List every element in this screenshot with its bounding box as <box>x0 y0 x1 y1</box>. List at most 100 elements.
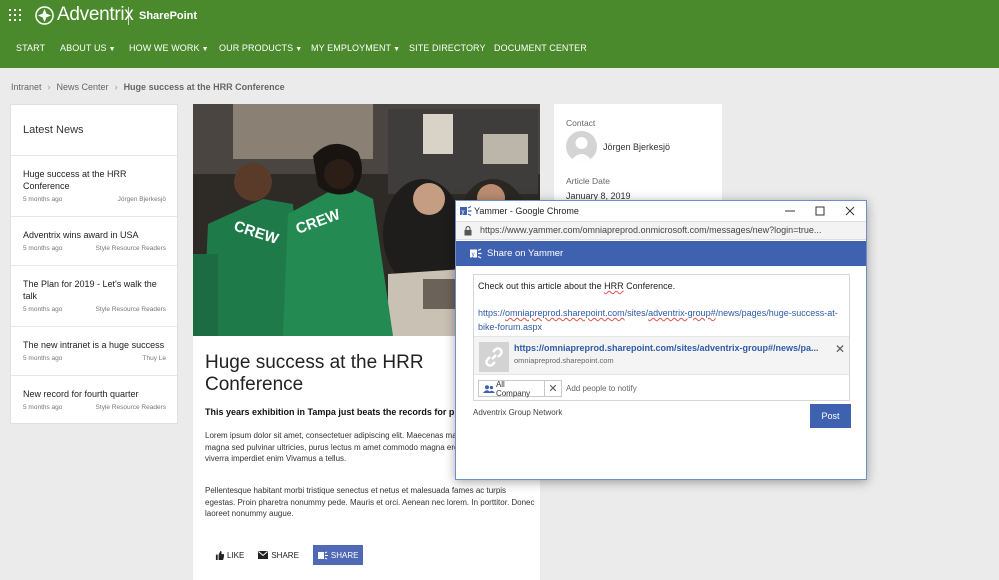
main-nav: START ABOUT US ▼ HOW WE WORK ▼ OUR PRODUCT… <box>0 32 999 68</box>
news-item-author: Jörgen Bjerkesjö <box>117 196 166 203</box>
link-thumbnail <box>479 342 509 372</box>
suite-bar: Adventrix SharePoint <box>0 0 999 32</box>
svg-text:y: y <box>462 210 465 216</box>
news-item-time: 5 months ago <box>23 245 63 252</box>
close-button[interactable] <box>835 201 865 221</box>
close-icon <box>845 206 855 216</box>
notify-input[interactable]: Add people to notify <box>566 384 637 393</box>
lock-icon <box>464 226 472 236</box>
brand-mark-icon <box>35 5 54 25</box>
notify-row: All Company ✕ Add people to notify <box>474 378 849 400</box>
news-item-author: Style Resource Readers <box>95 306 166 313</box>
suite-app-name[interactable]: SharePoint <box>139 10 197 22</box>
news-item-title[interactable]: New record for fourth quarter <box>23 388 173 400</box>
window-titlebar[interactable]: y Yammer - Google Chrome <box>456 201 866 221</box>
nav-about-us[interactable]: ABOUT US ▼ <box>60 43 116 53</box>
nav-my-employment[interactable]: MY EMPLOYMENT ▼ <box>311 43 400 53</box>
chevron-down-icon: ▼ <box>201 46 209 53</box>
news-item-meta: 5 months ago Thuy Le <box>23 355 166 362</box>
news-item-title[interactable]: Adventrix wins award in USA <box>23 229 163 241</box>
news-item-author: Style Resource Readers <box>95 404 166 411</box>
yammer-icon <box>317 551 328 559</box>
envelope-icon <box>258 551 269 559</box>
share-email-button[interactable]: SHARE <box>258 551 299 560</box>
list-item[interactable]: The Plan for 2019 - Let's walk the talk … <box>11 265 179 326</box>
thumbs-up-icon <box>215 550 224 560</box>
suite-divider <box>128 7 129 25</box>
news-item-time: 5 months ago <box>23 306 63 313</box>
yammer-header: y Share on Yammer <box>456 241 866 266</box>
nav-site-directory[interactable]: SITE DIRECTORY <box>409 43 486 53</box>
app-launcher-icon[interactable] <box>9 9 21 21</box>
group-name: All Company <box>495 379 531 398</box>
contact-label: Contact <box>566 118 596 128</box>
news-item-title[interactable]: Huge success at the HRR Conference <box>23 168 143 192</box>
article-actions: LIKE SHARE SHARE <box>215 545 364 565</box>
list-item[interactable]: The new intranet is a huge success 5 mon… <box>11 326 179 375</box>
list-item[interactable]: New record for fourth quarter 5 months a… <box>11 375 179 424</box>
yammer-icon: y <box>460 205 472 217</box>
news-item-meta: 5 months ago Style Resource Readers <box>23 306 166 313</box>
share-yammer-button[interactable]: SHARE <box>312 545 364 565</box>
list-item[interactable]: Huge success at the HRR Conference 5 mon… <box>11 155 179 216</box>
maximize-icon <box>815 206 825 216</box>
contact-name[interactable]: Jörgen Bjerkesjö <box>603 142 670 152</box>
link-icon <box>485 347 503 367</box>
yammer-header-title: Share on Yammer <box>487 248 564 259</box>
share-yammer-label: SHARE <box>330 550 359 560</box>
nav-our-products[interactable]: OUR PRODUCTS ▼ <box>219 43 302 53</box>
article-paragraph: Pellentesque habitant morbi tristique se… <box>205 486 535 518</box>
breadcrumb: Intranet › News Center › Huge success at the… <box>11 82 285 92</box>
breadcrumb-section[interactable]: News Center <box>57 82 109 92</box>
breadcrumb-current: Huge success at the HRR Conference <box>123 82 285 92</box>
group-pill-label: All Company <box>479 380 544 398</box>
minimize-icon <box>785 210 795 212</box>
nav-how-we-work[interactable]: HOW WE WORK ▼ <box>129 43 209 53</box>
minimize-button[interactable] <box>775 201 805 221</box>
news-item-meta: 5 months ago Jörgen Bjerkesjö <box>23 196 166 203</box>
maximize-button[interactable] <box>805 201 835 221</box>
yammer-logo-icon: y <box>470 248 482 259</box>
chevron-down-icon: ▼ <box>393 46 401 53</box>
remove-preview-icon[interactable]: ✕ <box>835 342 845 356</box>
news-item-time: 5 months ago <box>23 404 63 411</box>
news-item-author: Style Resource Readers <box>95 245 166 252</box>
remove-group-icon[interactable]: ✕ <box>544 381 561 396</box>
avatar[interactable] <box>566 131 597 162</box>
link-preview-url[interactable]: https://omniapreprod.sharepoint.com/site… <box>514 343 830 353</box>
like-button[interactable]: LIKE <box>215 550 245 560</box>
nav-document-center[interactable]: DOCUMENT CENTER <box>494 43 587 53</box>
breadcrumb-root[interactable]: Intranet <box>11 82 42 92</box>
news-item-meta: 5 months ago Style Resource Readers <box>23 245 166 252</box>
latest-news-title: Latest News <box>23 124 84 136</box>
list-item[interactable]: Adventrix wins award in USA 5 months ago… <box>11 216 179 265</box>
chevron-down-icon: ▼ <box>295 46 303 53</box>
address-url[interactable]: https://www.yammer.com/omniapreprod.onmi… <box>480 225 862 235</box>
network-name: Adventrix Group Network <box>473 408 563 417</box>
message-text[interactable]: Check out this article about the HRR Con… <box>478 281 675 291</box>
address-bar[interactable]: https://www.yammer.com/omniapreprod.onmi… <box>456 221 866 240</box>
message-link[interactable]: https://omniapreprod.sharepoint.com/site… <box>478 306 838 334</box>
svg-text:y: y <box>472 252 475 258</box>
news-item-title[interactable]: The new intranet is a huge success <box>23 339 173 351</box>
link-preview: https://omniapreprod.sharepoint.com/site… <box>474 336 849 375</box>
latest-news-panel: Latest News Huge success at the HRR Conf… <box>10 104 179 424</box>
yammer-share-window: y Yammer - Google Chrome https://www.yam… <box>455 200 867 480</box>
brand-name: Adventrix <box>57 4 134 25</box>
chevron-right-icon: › <box>47 82 51 92</box>
nav-start[interactable]: START <box>16 43 45 53</box>
article-date-label: Article Date <box>566 176 610 186</box>
brand-logo[interactable]: Adventrix <box>35 4 134 26</box>
group-pill[interactable]: All Company ✕ <box>478 380 562 398</box>
link-preview-domain: omniapreprod.sharepoint.com <box>514 356 614 365</box>
post-button[interactable]: Post <box>810 404 851 428</box>
like-label: LIKE <box>227 550 245 560</box>
contact-panel: Contact Jörgen Bjerkesjö Article Date Ja… <box>554 104 722 202</box>
article-lead: This years exhibition in Tampa just beat… <box>205 407 455 417</box>
message-composer[interactable]: Check out this article about the HRR Con… <box>473 274 850 401</box>
news-item-title[interactable]: The Plan for 2019 - Let's walk the talk <box>23 278 163 302</box>
news-item-meta: 5 months ago Style Resource Readers <box>23 404 166 411</box>
chevron-right-icon: › <box>114 82 118 92</box>
person-icon <box>570 137 593 162</box>
chevron-down-icon: ▼ <box>108 46 116 53</box>
